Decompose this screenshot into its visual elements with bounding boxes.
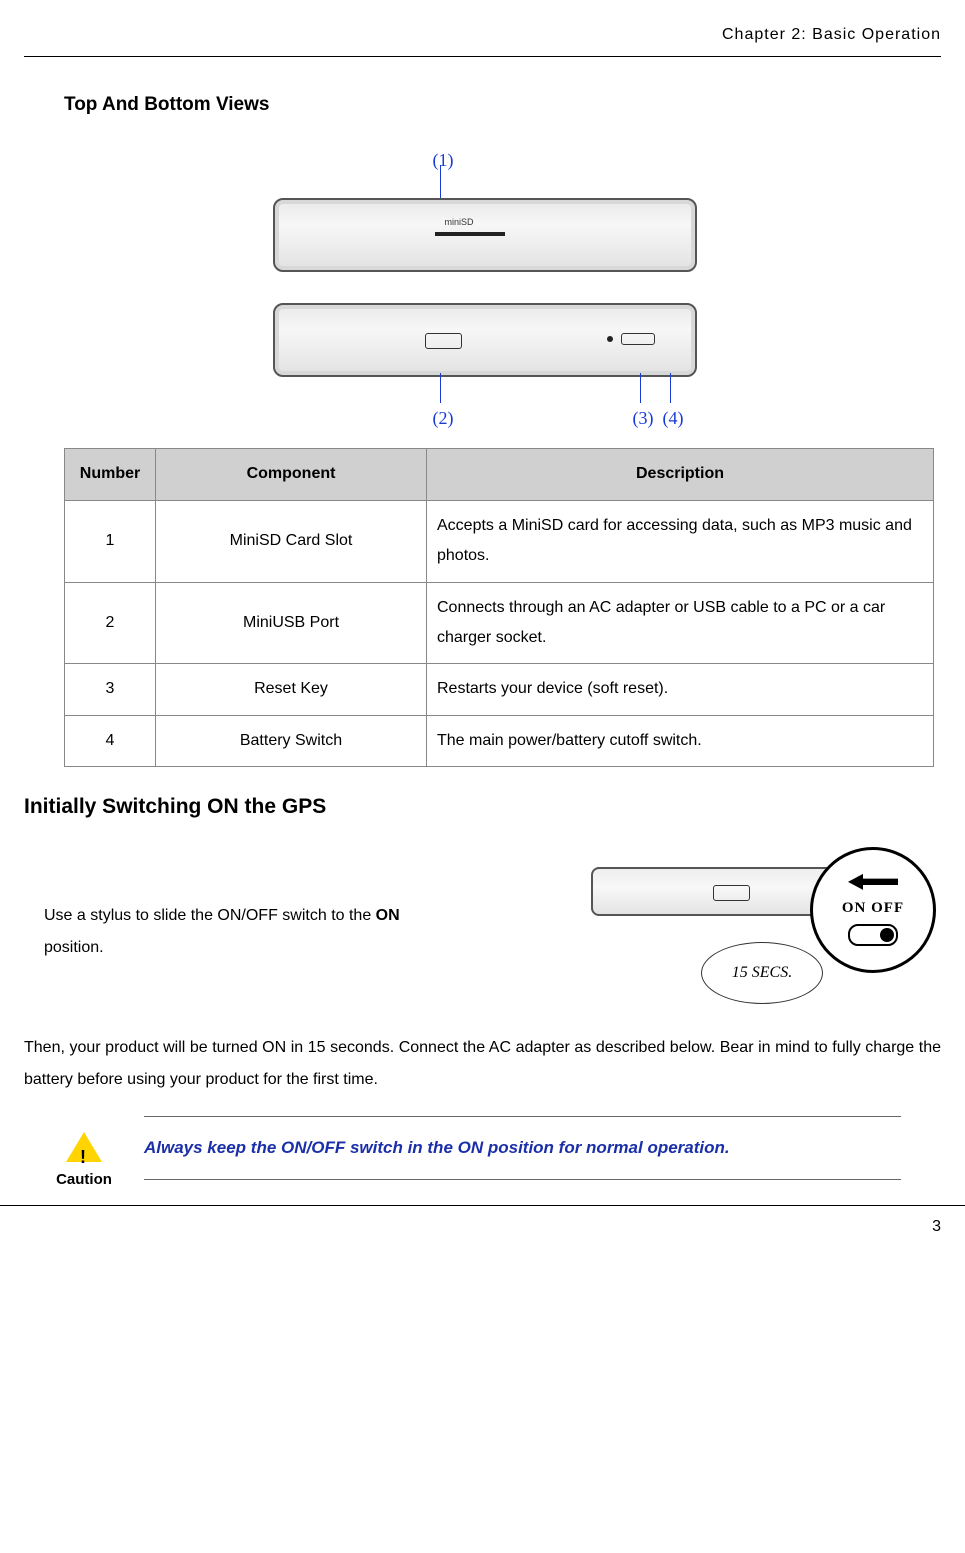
cell-description: Accepts a MiniSD card for accessing data…: [427, 500, 934, 582]
cell-description: The main power/battery cutoff switch.: [427, 715, 934, 766]
th-component: Component: [156, 449, 427, 500]
figure-on-off-switch: ON OFF 15 SECS.: [591, 852, 921, 1012]
cell-component: MiniSD Card Slot: [156, 500, 427, 582]
cell-component: MiniUSB Port: [156, 582, 427, 664]
reset-key-icon: [607, 336, 613, 342]
callout-1: (1): [433, 143, 454, 177]
miniusb-port-icon: [713, 885, 750, 901]
cell-num: 2: [65, 582, 156, 664]
callout-line-2: [440, 373, 442, 403]
instr-bold-on: ON: [376, 907, 400, 924]
table-header-row: Number Component Description: [65, 449, 934, 500]
instr-pre: Use a stylus to slide the ON/OFF switch …: [44, 907, 376, 924]
minisd-label: miniSD: [445, 214, 474, 231]
cell-num: 3: [65, 664, 156, 715]
callout-2: (2): [433, 401, 454, 435]
callout-line-4: [670, 373, 672, 403]
cell-component: Reset Key: [156, 664, 427, 715]
arrow-left-icon: [848, 874, 898, 890]
table-row: 2 MiniUSB Port Connects through an AC ad…: [65, 582, 934, 664]
instr-post: position.: [44, 939, 104, 956]
cell-num: 1: [65, 500, 156, 582]
figure-top-bottom-views: (1) miniSD (2) (3) (4): [24, 143, 941, 423]
running-header: Chapter 2: Basic Operation: [24, 20, 941, 57]
minisd-slot-icon: [435, 232, 505, 236]
section-title-top-bottom: Top And Bottom Views: [64, 87, 941, 123]
caution-text: Always keep the ON/OFF switch in the ON …: [144, 1116, 901, 1180]
cell-description: Connects through an AC adapter or USB ca…: [427, 582, 934, 664]
page-footer: 3: [0, 1205, 965, 1252]
body-paragraph: Then, your product will be turned ON in …: [24, 1032, 941, 1096]
table-row: 1 MiniSD Card Slot Accepts a MiniSD card…: [65, 500, 934, 582]
switch-knob-icon: [880, 928, 894, 942]
device-bottom-view: [273, 303, 697, 377]
th-number: Number: [65, 449, 156, 500]
page-number: 3: [932, 1218, 941, 1235]
fifteen-secs-bubble: 15 SECS.: [701, 942, 823, 1004]
miniusb-port-icon: [425, 333, 462, 349]
zoom-circle: ON OFF: [810, 847, 936, 973]
cell-num: 4: [65, 715, 156, 766]
components-table: Number Component Description 1 MiniSD Ca…: [64, 448, 934, 767]
caution-block: Caution Always keep the ON/OFF switch in…: [44, 1116, 901, 1195]
switch-instruction: Use a stylus to slide the ON/OFF switch …: [44, 900, 454, 964]
table-row: 4 Battery Switch The main power/battery …: [65, 715, 934, 766]
callout-line-3: [640, 373, 642, 403]
on-off-switch-icon: [848, 924, 898, 946]
callout-4: (4): [663, 401, 684, 435]
cell-description: Restarts your device (soft reset).: [427, 664, 934, 715]
th-description: Description: [427, 449, 934, 500]
table-row: 3 Reset Key Restarts your device (soft r…: [65, 664, 934, 715]
on-off-label: ON OFF: [842, 894, 904, 923]
battery-switch-icon: [621, 333, 655, 345]
warning-triangle-icon: [66, 1132, 102, 1162]
device-top-view: miniSD: [273, 198, 697, 272]
section-title-switch-on: Initially Switching ON the GPS: [24, 787, 941, 827]
cell-component: Battery Switch: [156, 715, 427, 766]
callout-3: (3): [633, 401, 654, 435]
